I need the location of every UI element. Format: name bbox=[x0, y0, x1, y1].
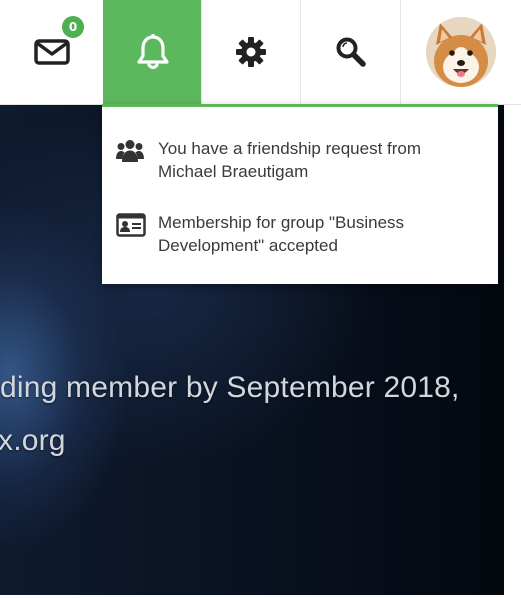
messages-count-badge: 0 bbox=[62, 16, 84, 38]
settings-button[interactable] bbox=[201, 0, 300, 104]
profile-button[interactable] bbox=[400, 0, 521, 104]
id-card-icon bbox=[116, 213, 146, 242]
notification-item[interactable]: Membership for group "Business Developme… bbox=[102, 211, 498, 257]
envelope-icon bbox=[33, 38, 70, 66]
notification-text: Membership for group "Business Developme… bbox=[158, 213, 405, 255]
notification-item[interactable]: You have a friendship request from Micha… bbox=[102, 137, 498, 183]
page-margin bbox=[504, 105, 521, 598]
avatar bbox=[426, 17, 496, 87]
top-navbar: 0 2 bbox=[0, 0, 521, 105]
hero-text-line-1: ding member by September 2018, bbox=[0, 371, 460, 404]
gear-icon bbox=[235, 36, 267, 68]
search-button[interactable] bbox=[300, 0, 400, 104]
search-icon bbox=[335, 36, 367, 68]
notifications-dropdown: You have a friendship request from Micha… bbox=[102, 104, 498, 284]
notifications-button[interactable]: 2 bbox=[103, 0, 280, 104]
users-group-icon bbox=[116, 139, 146, 168]
bell-icon bbox=[136, 33, 170, 71]
messages-button[interactable]: 0 bbox=[0, 0, 103, 104]
notification-text: You have a friendship request from Micha… bbox=[158, 139, 422, 181]
hero-text-line-2: x.org bbox=[0, 424, 66, 457]
